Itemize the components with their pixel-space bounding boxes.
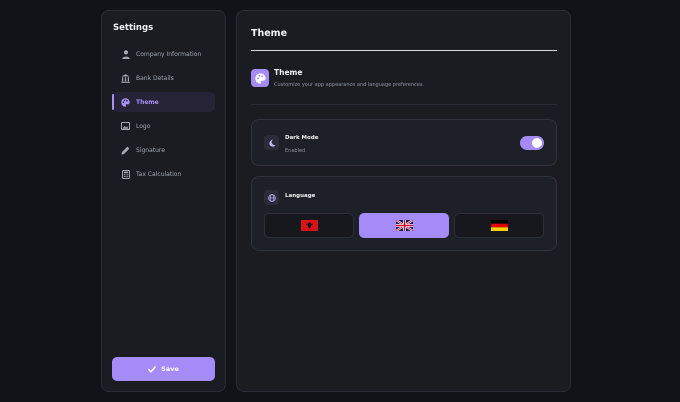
- sidebar-item-label: Theme: [136, 98, 159, 106]
- palette-icon: [251, 69, 269, 87]
- sidebar-item-label: Company Information: [136, 50, 202, 58]
- theme-panel: Theme Theme Customize your app appearanc…: [236, 10, 571, 392]
- page-title: Theme: [251, 28, 288, 39]
- sidebar-item-logo[interactable]: Logo: [112, 116, 215, 136]
- sidebar-item-label: Tax Calculation: [136, 170, 182, 178]
- language-label: Language: [285, 193, 316, 199]
- image-icon: [121, 122, 130, 131]
- save-button[interactable]: Save: [112, 357, 215, 381]
- sidebar-item-label: Signature: [136, 146, 165, 154]
- dark-mode-label: Dark Mode: [285, 135, 319, 141]
- sidebar-item-label: Bank Details: [136, 74, 174, 82]
- user-icon: [121, 49, 130, 59]
- section-title: Theme: [274, 68, 303, 77]
- sidebar-item-theme[interactable]: Theme: [112, 92, 215, 112]
- sidebar-nav: Company Information Bank Details Theme L…: [112, 44, 215, 188]
- language-option-albanian[interactable]: [264, 213, 354, 238]
- dark-mode-card: Dark Mode Enabled: [251, 119, 557, 166]
- save-button-label: Save: [161, 365, 179, 373]
- sidebar-title: Settings: [113, 23, 154, 33]
- germany-flag-icon: [490, 216, 508, 235]
- palette-icon: [121, 97, 130, 107]
- pen-icon: [121, 146, 130, 155]
- albania-flag-icon: [300, 216, 318, 235]
- globe-icon: [264, 190, 279, 205]
- sidebar-item-signature[interactable]: Signature: [112, 140, 215, 160]
- uk-flag-icon: [394, 216, 414, 235]
- dark-mode-status: Enabled: [285, 148, 306, 154]
- language-card: Language: [251, 176, 557, 251]
- dark-mode-toggle[interactable]: [520, 136, 544, 150]
- language-option-english[interactable]: [359, 213, 449, 238]
- calculator-icon: [121, 169, 130, 179]
- section-description: Customize your app appearance and langua…: [274, 82, 425, 88]
- sidebar-item-label: Logo: [136, 122, 151, 130]
- check-icon: [148, 365, 157, 373]
- sidebar-item-tax-calculation[interactable]: Tax Calculation: [112, 164, 215, 184]
- section-divider: [251, 104, 557, 105]
- moon-icon: [264, 135, 279, 150]
- sidebar-item-company-information[interactable]: Company Information: [112, 44, 215, 64]
- title-divider: [251, 50, 557, 51]
- sidebar-item-bank-details[interactable]: Bank Details: [112, 68, 215, 88]
- toggle-knob: [532, 138, 542, 148]
- bank-icon: [121, 73, 130, 83]
- settings-sidebar: Settings Company Information Bank Detail…: [101, 10, 226, 392]
- language-option-german[interactable]: [454, 213, 544, 238]
